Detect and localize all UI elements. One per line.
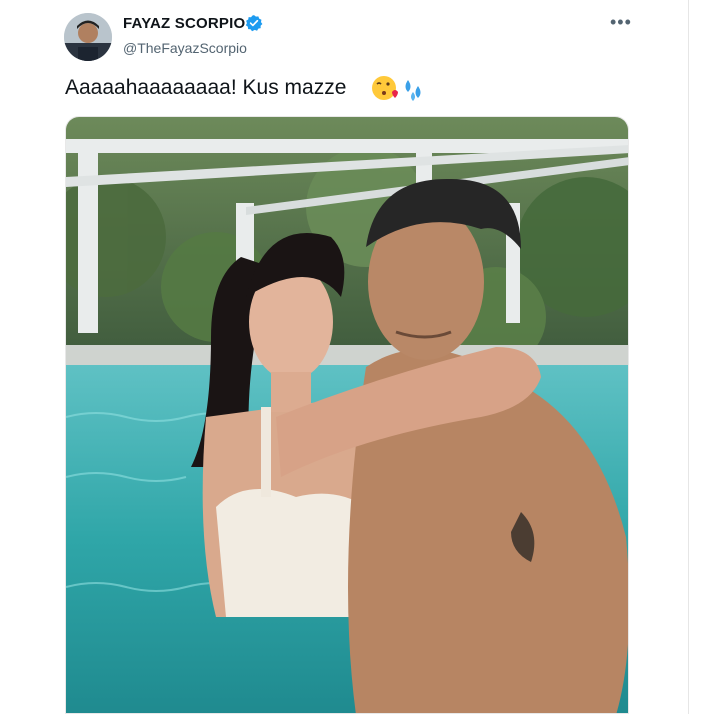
user-handle[interactable]: @TheFayazScorpio xyxy=(123,40,247,56)
verified-badge-icon xyxy=(245,15,263,32)
column-divider xyxy=(688,0,689,714)
face-throwing-kiss-icon xyxy=(372,76,398,100)
avatar[interactable] xyxy=(64,13,112,61)
tweet-emojis xyxy=(370,72,430,104)
display-name[interactable]: FAYAZ SCORPIO xyxy=(123,15,245,32)
tweet-media-photo[interactable] xyxy=(65,116,629,714)
sweat-droplets-icon xyxy=(405,80,421,101)
more-options-icon[interactable]: ••• xyxy=(610,12,632,33)
tweet-text: Aaaaahaaaaaaaa! Kus mazze xyxy=(65,76,347,99)
